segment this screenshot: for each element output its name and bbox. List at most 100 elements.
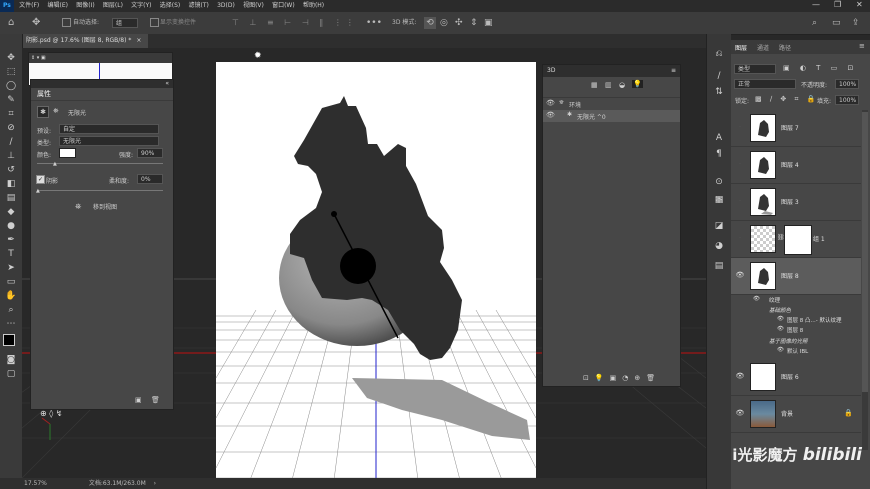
layer-name[interactable]: 图层 3 xyxy=(781,197,799,206)
preset-dropdown[interactable]: 自定 xyxy=(59,124,159,134)
3d-icon[interactable]: ⊙ xyxy=(712,176,726,188)
collapse-icon[interactable]: « xyxy=(165,80,169,88)
minimize-icon[interactable]: — xyxy=(812,0,820,9)
menu-filter[interactable]: 滤镜(T) xyxy=(185,0,211,12)
softness-slider[interactable] xyxy=(37,190,163,191)
panel-menu-icon[interactable]: ≡ xyxy=(859,42,865,50)
filter-scene-icon[interactable]: ▦ xyxy=(591,81,598,89)
tab-paths[interactable]: 路径 xyxy=(779,43,791,52)
opacity-field[interactable]: 100% xyxy=(835,79,859,89)
layer-row[interactable]: · 图层 4 xyxy=(731,147,861,184)
search-icon[interactable]: ⌕ xyxy=(812,17,817,29)
visibility-eye-icon[interactable]: 👁 xyxy=(735,409,745,417)
brush-tool-icon[interactable]: ∕ xyxy=(4,136,18,148)
pan-3d-icon[interactable]: ✣ xyxy=(455,17,463,29)
layer-name[interactable]: 图层 6 xyxy=(781,372,799,381)
zoom-tool-icon[interactable]: ⌕ xyxy=(4,304,18,316)
delete-icon[interactable]: 🗑 xyxy=(646,374,661,382)
filter-icons[interactable]: ▣ ◐ T ▭ ⊡ xyxy=(783,64,857,72)
adjustments-icon[interactable]: ⇅ xyxy=(712,86,726,98)
intensity-field[interactable]: 90% xyxy=(137,148,163,158)
visibility-eye-icon[interactable]: · xyxy=(735,160,745,168)
auto-select-dropdown[interactable]: 组 xyxy=(112,18,138,28)
home-icon[interactable]: ⌂ xyxy=(8,17,14,29)
move-tool-icon[interactable]: ✥ xyxy=(32,17,40,29)
fill-field[interactable]: 100% xyxy=(835,95,859,105)
menu-help[interactable]: 帮助(H) xyxy=(300,0,327,12)
layer-row-selected[interactable]: 👁 图层 8 xyxy=(731,258,861,295)
shadow-checkbox[interactable]: ✓ xyxy=(36,175,45,184)
more-tools-icon[interactable]: ⋯ xyxy=(4,318,18,330)
layer-name[interactable]: 图层 8 xyxy=(781,271,799,280)
zoom-level[interactable]: 17.57% xyxy=(24,480,47,487)
layer-row[interactable]: 👁 背景 🔒 xyxy=(731,396,861,433)
character-icon[interactable]: A xyxy=(712,132,726,144)
add-light-icon[interactable]: 💡 xyxy=(595,374,610,382)
visibility-eye-icon[interactable]: · xyxy=(735,234,745,242)
quick-select-tool-icon[interactable]: ✎ xyxy=(4,94,18,106)
panel-menu-icon[interactable]: ≡ xyxy=(671,65,676,77)
softness-field[interactable]: 0% xyxy=(137,174,163,184)
texture-eye-icon[interactable]: 👁 xyxy=(777,326,784,332)
auto-select-checkbox[interactable] xyxy=(62,18,71,27)
brush-settings-icon[interactable]: ∕ xyxy=(712,70,726,82)
libraries-icon[interactable]: ▤ xyxy=(712,260,726,272)
close-tab-icon[interactable]: × xyxy=(136,37,141,44)
menu-view[interactable]: 视图(V) xyxy=(240,0,267,12)
hand-tool-icon[interactable]: ✋ xyxy=(4,290,18,302)
visibility-eye-icon[interactable]: 👁 xyxy=(546,111,555,119)
delete-icon[interactable]: 🗑 xyxy=(151,396,160,404)
close-icon[interactable]: ✕ xyxy=(856,0,863,9)
restore-icon[interactable]: ❐ xyxy=(834,0,841,9)
environment-icon[interactable]: ⛯ xyxy=(53,107,59,116)
layer-name[interactable]: 图层 4 xyxy=(781,160,799,169)
layer-name[interactable]: 图层 7 xyxy=(781,123,799,132)
light-handle[interactable] xyxy=(331,211,337,217)
texture-eye-icon[interactable]: 👁 xyxy=(753,296,760,302)
layer-filter-dropdown[interactable]: 类型 xyxy=(734,64,776,74)
marquee-tool-icon[interactable]: ⬚ xyxy=(4,66,18,78)
menu-3d[interactable]: 3D(D) xyxy=(214,0,238,12)
3d-item-environment[interactable]: 👁 ⛯ 环境 xyxy=(543,98,680,110)
foreground-color-swatch[interactable] xyxy=(3,334,15,346)
intensity-slider-thumb[interactable]: ▲ xyxy=(53,161,57,167)
filter-material-icon[interactable]: ◒ xyxy=(619,81,625,89)
scale-3d-icon[interactable]: ▣ xyxy=(484,17,493,29)
stamp-tool-icon[interactable]: ⊥ xyxy=(4,150,18,162)
tab-channels[interactable]: 通道 xyxy=(757,43,769,52)
styles-icon[interactable]: ◪ xyxy=(712,220,726,232)
textures-label[interactable]: 纹理 xyxy=(769,296,780,304)
align-icons[interactable]: ⊤ ⊥ ≡ ⊢ ⊣ ∥ ⋮⋮ xyxy=(232,17,358,29)
visibility-eye-icon[interactable]: 👁 xyxy=(735,372,745,380)
add-icon[interactable]: ⊕ xyxy=(634,374,646,382)
color-swatch[interactable] xyxy=(59,148,76,158)
menu-image[interactable]: 图像(I) xyxy=(73,0,97,12)
lock-icon[interactable]: 🔒 xyxy=(844,409,853,417)
blur-tool-icon[interactable]: ◆ xyxy=(4,206,18,218)
mesh-icon[interactable]: ◔ xyxy=(622,374,634,382)
more-options-icon[interactable]: ••• xyxy=(366,17,382,29)
quick-mask-icon[interactable]: ◙ xyxy=(4,354,18,366)
texture-item[interactable]: 图层 8 xyxy=(787,326,803,334)
menu-window[interactable]: 窗口(W) xyxy=(269,0,298,12)
infinite-light-widget[interactable] xyxy=(340,248,376,284)
move-to-view-icon[interactable]: ⛯ xyxy=(75,202,81,212)
crop-tool-icon[interactable]: ⌗ xyxy=(4,108,18,120)
move-tool-icon[interactable]: ✥ xyxy=(4,52,18,64)
layer-row[interactable]: · 图层 3 xyxy=(731,184,861,221)
slide-3d-icon[interactable]: ⇕ xyxy=(470,17,478,29)
menu-file[interactable]: 文件(F) xyxy=(16,0,42,12)
menu-type[interactable]: 文字(Y) xyxy=(128,0,154,12)
gradient-tool-icon[interactable]: ▤ xyxy=(4,192,18,204)
blend-mode-dropdown[interactable]: 正常 xyxy=(734,79,796,89)
document-tab[interactable]: 阴影.psd @ 17.6% (图层 8, RGB/8) * × xyxy=(22,34,148,48)
status-arrow-icon[interactable]: › xyxy=(154,480,156,487)
texture-item[interactable]: 图层 8 凸...- 默认纹理 xyxy=(787,316,841,324)
tab-layers[interactable]: 图层 xyxy=(735,43,747,52)
color-icon[interactable]: ◕ xyxy=(712,240,726,252)
lock-icons[interactable]: ▩ ∕ ✥ ⌗ 🔒 xyxy=(755,95,818,104)
orbit-3d-icon[interactable]: ⟲ xyxy=(424,17,436,29)
texture-eye-icon[interactable]: 👁 xyxy=(777,316,784,322)
type-dropdown[interactable]: 无限光 xyxy=(59,136,159,146)
new-icon[interactable]: ▣ xyxy=(135,396,142,404)
